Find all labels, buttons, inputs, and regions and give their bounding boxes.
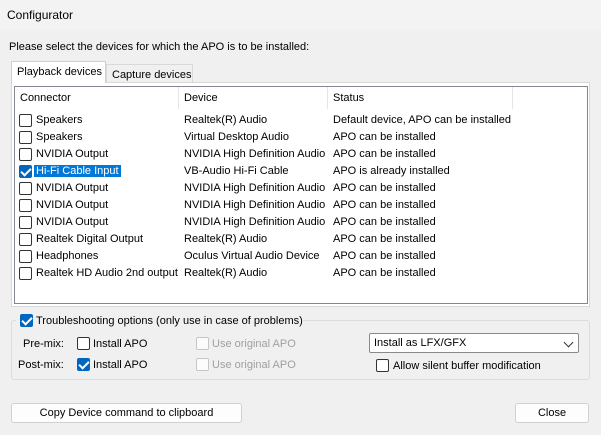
- row-checkbox[interactable]: [19, 182, 32, 195]
- troubleshooting-toggle[interactable]: Troubleshooting options (only use in cas…: [16, 313, 303, 329]
- premix-original-checkbox[interactable]: [196, 337, 209, 350]
- postmix-original-checkbox[interactable]: [196, 358, 209, 371]
- cell-connector: Realtek Digital Output: [36, 233, 143, 245]
- cell-device: NVIDIA High Definition Audio: [184, 216, 326, 228]
- row-checkbox[interactable]: [19, 267, 32, 280]
- row-checkbox[interactable]: [19, 131, 32, 144]
- install-mode-value: Install as LFX/GFX: [374, 337, 467, 349]
- row-checkbox[interactable]: [19, 233, 32, 246]
- cell-connector: NVIDIA Output: [36, 148, 109, 160]
- table-row[interactable]: Speakers Realtek(R) Audio Default device, …: [15, 112, 587, 129]
- row-checkbox[interactable]: [19, 165, 32, 178]
- row-checkbox[interactable]: [19, 199, 32, 212]
- table-row[interactable]: NVIDIA Output NVIDIA High Definition Audi…: [15, 214, 587, 231]
- cell-status: APO can be installed: [333, 182, 436, 194]
- table-row[interactable]: Realtek HD Audio 2nd output Realtek(R) Au…: [15, 265, 587, 282]
- cell-connector: Headphones: [36, 250, 99, 262]
- column-header-status[interactable]: Status: [328, 87, 513, 109]
- table-row[interactable]: Realtek Digital Output Realtek(R) Audio AP…: [15, 231, 587, 248]
- premix-install-label[interactable]: Install APO: [93, 338, 147, 350]
- cell-connector: Hi-Fi Cable Input: [34, 165, 121, 177]
- tab-playback-devices[interactable]: Playback devices: [11, 61, 106, 83]
- cell-device: Oculus Virtual Audio Device: [184, 250, 320, 262]
- postmix-install-checkbox[interactable]: [77, 358, 90, 371]
- cell-connector: NVIDIA Output: [36, 182, 109, 194]
- silent-buffer-label[interactable]: Allow silent buffer modification: [393, 360, 541, 372]
- cell-connector: Speakers: [36, 131, 83, 143]
- column-header-connector[interactable]: Connector: [15, 87, 179, 109]
- cell-device: VB-Audio Hi-Fi Cable: [184, 165, 289, 177]
- table-row[interactable]: NVIDIA Output NVIDIA High Definition Audi…: [15, 197, 587, 214]
- cell-device: Virtual Desktop Audio: [184, 131, 289, 143]
- cell-device: NVIDIA High Definition Audio: [184, 182, 326, 194]
- cell-device: Realtek(R) Audio: [184, 233, 268, 245]
- silent-buffer-checkbox[interactable]: [376, 359, 389, 372]
- cell-status: Default device, APO can be installed: [333, 114, 511, 126]
- postmix-label: Post-mix:: [18, 359, 64, 371]
- postmix-original-label: Use original APO: [212, 359, 296, 371]
- table-row[interactable]: Hi-Fi Cable Input VB-Audio Hi-Fi Cable APO…: [15, 163, 587, 180]
- table-row[interactable]: NVIDIA Output NVIDIA High Definition Audi…: [15, 180, 587, 197]
- cell-connector: NVIDIA Output: [36, 199, 109, 211]
- cell-status: APO can be installed: [333, 199, 436, 211]
- table-row[interactable]: NVIDIA Output NVIDIA High Definition Audi…: [15, 146, 587, 163]
- table-row[interactable]: Speakers Virtual Desktop Audio APO can be …: [15, 129, 587, 146]
- premix-install-checkbox[interactable]: [77, 337, 90, 350]
- device-list[interactable]: Connector Device Status Speakers Realtek(…: [14, 86, 588, 304]
- copy-device-command-button[interactable]: Copy Device command to clipboard: [11, 403, 242, 423]
- cell-device: NVIDIA High Definition Audio: [184, 148, 326, 160]
- cell-status: APO is already installed: [333, 165, 450, 177]
- row-checkbox[interactable]: [19, 114, 32, 127]
- troubleshooting-label: Troubleshooting options (only use in cas…: [36, 315, 303, 327]
- cell-device: Realtek(R) Audio: [184, 114, 268, 126]
- cell-status: APO can be installed: [333, 267, 436, 279]
- premix-original-label: Use original APO: [212, 338, 296, 350]
- column-header-device[interactable]: Device: [179, 87, 328, 109]
- cell-status: APO can be installed: [333, 131, 436, 143]
- row-checkbox[interactable]: [19, 250, 32, 263]
- premix-label: Pre-mix:: [23, 338, 64, 350]
- cell-connector: Speakers: [36, 114, 83, 126]
- table-row[interactable]: Headphones Oculus Virtual Audio Device APO…: [15, 248, 587, 265]
- cell-status: APO can be installed: [333, 216, 436, 228]
- cell-status: APO can be installed: [333, 250, 436, 262]
- cell-status: APO can be installed: [333, 148, 436, 160]
- window-title: Configurator: [7, 8, 74, 22]
- cell-device: NVIDIA High Definition Audio: [184, 199, 326, 211]
- title-bar[interactable]: [0, 0, 601, 30]
- row-checkbox[interactable]: [19, 148, 32, 161]
- cell-connector: Realtek HD Audio 2nd output: [36, 267, 178, 279]
- troubleshooting-checkbox[interactable]: [20, 314, 33, 327]
- postmix-install-label[interactable]: Install APO: [93, 359, 147, 371]
- cell-connector: NVIDIA Output: [36, 216, 109, 228]
- instruction-text: Please select the devices for which the …: [9, 41, 310, 53]
- close-button[interactable]: Close: [515, 403, 589, 423]
- install-mode-dropdown[interactable]: Install as LFX/GFX: [369, 333, 579, 353]
- cell-device: Realtek(R) Audio: [184, 267, 268, 279]
- chevron-down-icon: [563, 337, 574, 348]
- row-checkbox[interactable]: [19, 216, 32, 229]
- tab-capture-devices[interactable]: Capture devices: [106, 64, 193, 84]
- cell-status: APO can be installed: [333, 233, 436, 245]
